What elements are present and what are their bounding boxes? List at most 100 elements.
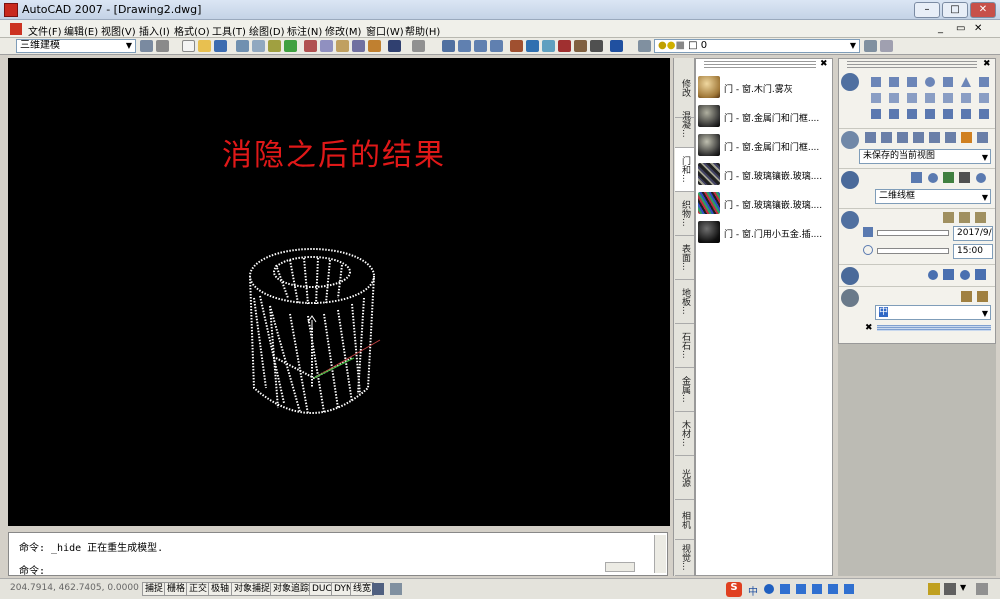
dashboard-grip[interactable] (847, 61, 977, 69)
layer-previous-icon[interactable] (880, 40, 893, 52)
redo-icon[interactable] (412, 40, 425, 52)
tab-wood[interactable]: 木材... (675, 412, 694, 456)
ime-punctuation-icon[interactable] (764, 584, 774, 594)
tool-palettes-icon[interactable] (542, 40, 555, 52)
zoom-previous-icon[interactable] (490, 40, 503, 52)
view-select[interactable]: 未保存的当前视图 ▼ (859, 149, 991, 164)
light-tools[interactable] (943, 211, 993, 225)
tab-fabric[interactable]: 织物... (675, 192, 694, 236)
tab-floor[interactable]: 地板... (675, 280, 694, 324)
menu-view[interactable]: 视图(V) (101, 23, 136, 38)
3d-make-tools[interactable] (869, 75, 993, 125)
paste-icon[interactable] (336, 40, 349, 52)
menu-file[interactable]: 文件(F) (28, 23, 62, 38)
tab-cameras[interactable]: 相机 (675, 500, 694, 540)
material-item[interactable]: 门 - 窗.玻璃镶嵌.玻璃.... (698, 162, 832, 188)
calculator-icon[interactable] (590, 40, 603, 52)
palette-grip[interactable] (704, 61, 816, 69)
time-slider[interactable] (877, 248, 949, 254)
model-space-icon[interactable] (372, 583, 384, 595)
ime-language-icon[interactable]: 中 (748, 583, 758, 598)
snap-toggle[interactable]: 捕捉 (142, 582, 167, 596)
menu-insert[interactable]: 插入(I) (139, 23, 170, 38)
ortho-toggle[interactable]: 正交 (186, 582, 211, 596)
material-item[interactable]: 门 - 窗.门用小五金.插.... (698, 220, 832, 246)
menu-tools[interactable]: 工具(T) (212, 23, 246, 38)
close-icon[interactable]: ✖ (865, 323, 873, 333)
time-field[interactable]: 15:00 (953, 244, 993, 259)
3d-navigate-tools[interactable] (865, 131, 993, 145)
menu-edit[interactable]: 编辑(E) (64, 23, 98, 38)
materials-tools[interactable] (927, 268, 993, 282)
design-center-icon[interactable] (526, 40, 539, 52)
doc-close-icon[interactable]: ✕ (974, 23, 982, 34)
status-menu-chevron-icon[interactable]: ▼ (960, 583, 966, 592)
render-tools[interactable] (961, 290, 995, 304)
tab-doors[interactable]: 门和... (675, 148, 694, 192)
layer-manager-icon[interactable] (638, 40, 651, 52)
drawing-canvas[interactable]: 消隐之后的结果 (8, 58, 670, 526)
close-icon[interactable]: ✖ (983, 59, 991, 69)
otrack-toggle[interactable]: 对象追踪 (270, 582, 313, 596)
grid-toggle[interactable]: 栅格 (164, 582, 189, 596)
publish-icon[interactable] (268, 40, 281, 52)
material-item[interactable]: 门 - 窗.木门.雾灰 (698, 75, 832, 101)
render-preset-select[interactable]: 中 ▼ (875, 305, 991, 320)
horizontal-scrollbar[interactable] (605, 562, 635, 572)
command-scrollbar[interactable] (654, 535, 666, 573)
workspace-save-icon[interactable] (156, 40, 169, 52)
material-item[interactable]: 门 - 窗.金属门和门框.... (698, 133, 832, 159)
plot-preview-icon[interactable] (252, 40, 265, 52)
doc-minimize-icon[interactable]: _ (938, 23, 943, 34)
date-field[interactable]: 2017/9/2 (953, 226, 993, 241)
menu-draw[interactable]: 绘图(D) (249, 23, 285, 38)
new-icon[interactable] (182, 40, 195, 52)
match-properties-icon[interactable] (352, 40, 365, 52)
block-editor-icon[interactable] (368, 40, 381, 52)
layer-select[interactable]: ●●■ □ 0 ▼ (654, 39, 860, 53)
document-icon[interactable] (10, 23, 22, 35)
close-icon[interactable]: ✖ (820, 59, 828, 69)
lineweight-toggle[interactable]: 线宽 (350, 582, 375, 596)
ime-mic-icon[interactable] (780, 584, 790, 594)
menu-window[interactable]: 窗口(W) (366, 23, 404, 38)
workspace-select[interactable]: 三维建模 ▼ (16, 39, 136, 53)
tab-lights[interactable]: 光源 (675, 456, 694, 500)
plot-icon[interactable] (236, 40, 249, 52)
zoom-window-icon[interactable] (474, 40, 487, 52)
tab-masonry[interactable]: 石石... (675, 324, 694, 368)
clean-screen-icon[interactable] (976, 583, 988, 595)
command-window[interactable]: 命令: _hide 正在重生成模型. 命令: (8, 532, 668, 577)
ime-tools-icon[interactable] (844, 584, 854, 594)
tab-surface[interactable]: 表面... (675, 236, 694, 280)
maximize-button[interactable]: □ (942, 2, 968, 18)
autocad-app-icon[interactable] (4, 3, 18, 17)
menu-modify[interactable]: 修改(M) (325, 23, 361, 38)
workspace-settings-icon[interactable] (140, 40, 153, 52)
lock-ui-icon[interactable] (944, 583, 956, 595)
tab-metal[interactable]: 金属... (675, 368, 694, 412)
material-item[interactable]: 门 - 窗.玻璃镶嵌.玻璃.... (698, 191, 832, 217)
tab-visual-styles[interactable]: 视觉... (675, 540, 694, 576)
sheet-set-icon[interactable] (558, 40, 571, 52)
visual-style-select[interactable]: 二维线框 ▼ (875, 189, 991, 204)
undo-icon[interactable] (388, 40, 401, 52)
menu-dimension[interactable]: 标注(N) (287, 23, 322, 38)
visual-style-tools[interactable] (911, 171, 991, 185)
zoom-realtime-icon[interactable] (458, 40, 471, 52)
ime-skin-icon[interactable] (812, 584, 822, 594)
osnap-toggle[interactable]: 对象捕捉 (231, 582, 274, 596)
close-button[interactable]: ✕ (970, 2, 996, 18)
help-icon[interactable] (610, 40, 623, 52)
layout-icon[interactable] (390, 583, 402, 595)
menu-format[interactable]: 格式(O) (174, 23, 210, 38)
material-item[interactable]: 门 - 窗.金属门和门框.... (698, 104, 832, 130)
input-method-logo-icon[interactable]: S (726, 582, 742, 597)
menu-help[interactable]: 帮助(H) (405, 23, 440, 38)
open-icon[interactable] (198, 40, 211, 52)
minimize-button[interactable]: – (914, 2, 940, 18)
cut-icon[interactable] (304, 40, 317, 52)
tab-concrete[interactable]: 混凝... (675, 102, 694, 148)
ime-keyboard-icon[interactable] (796, 584, 806, 594)
save-icon[interactable] (214, 40, 227, 52)
